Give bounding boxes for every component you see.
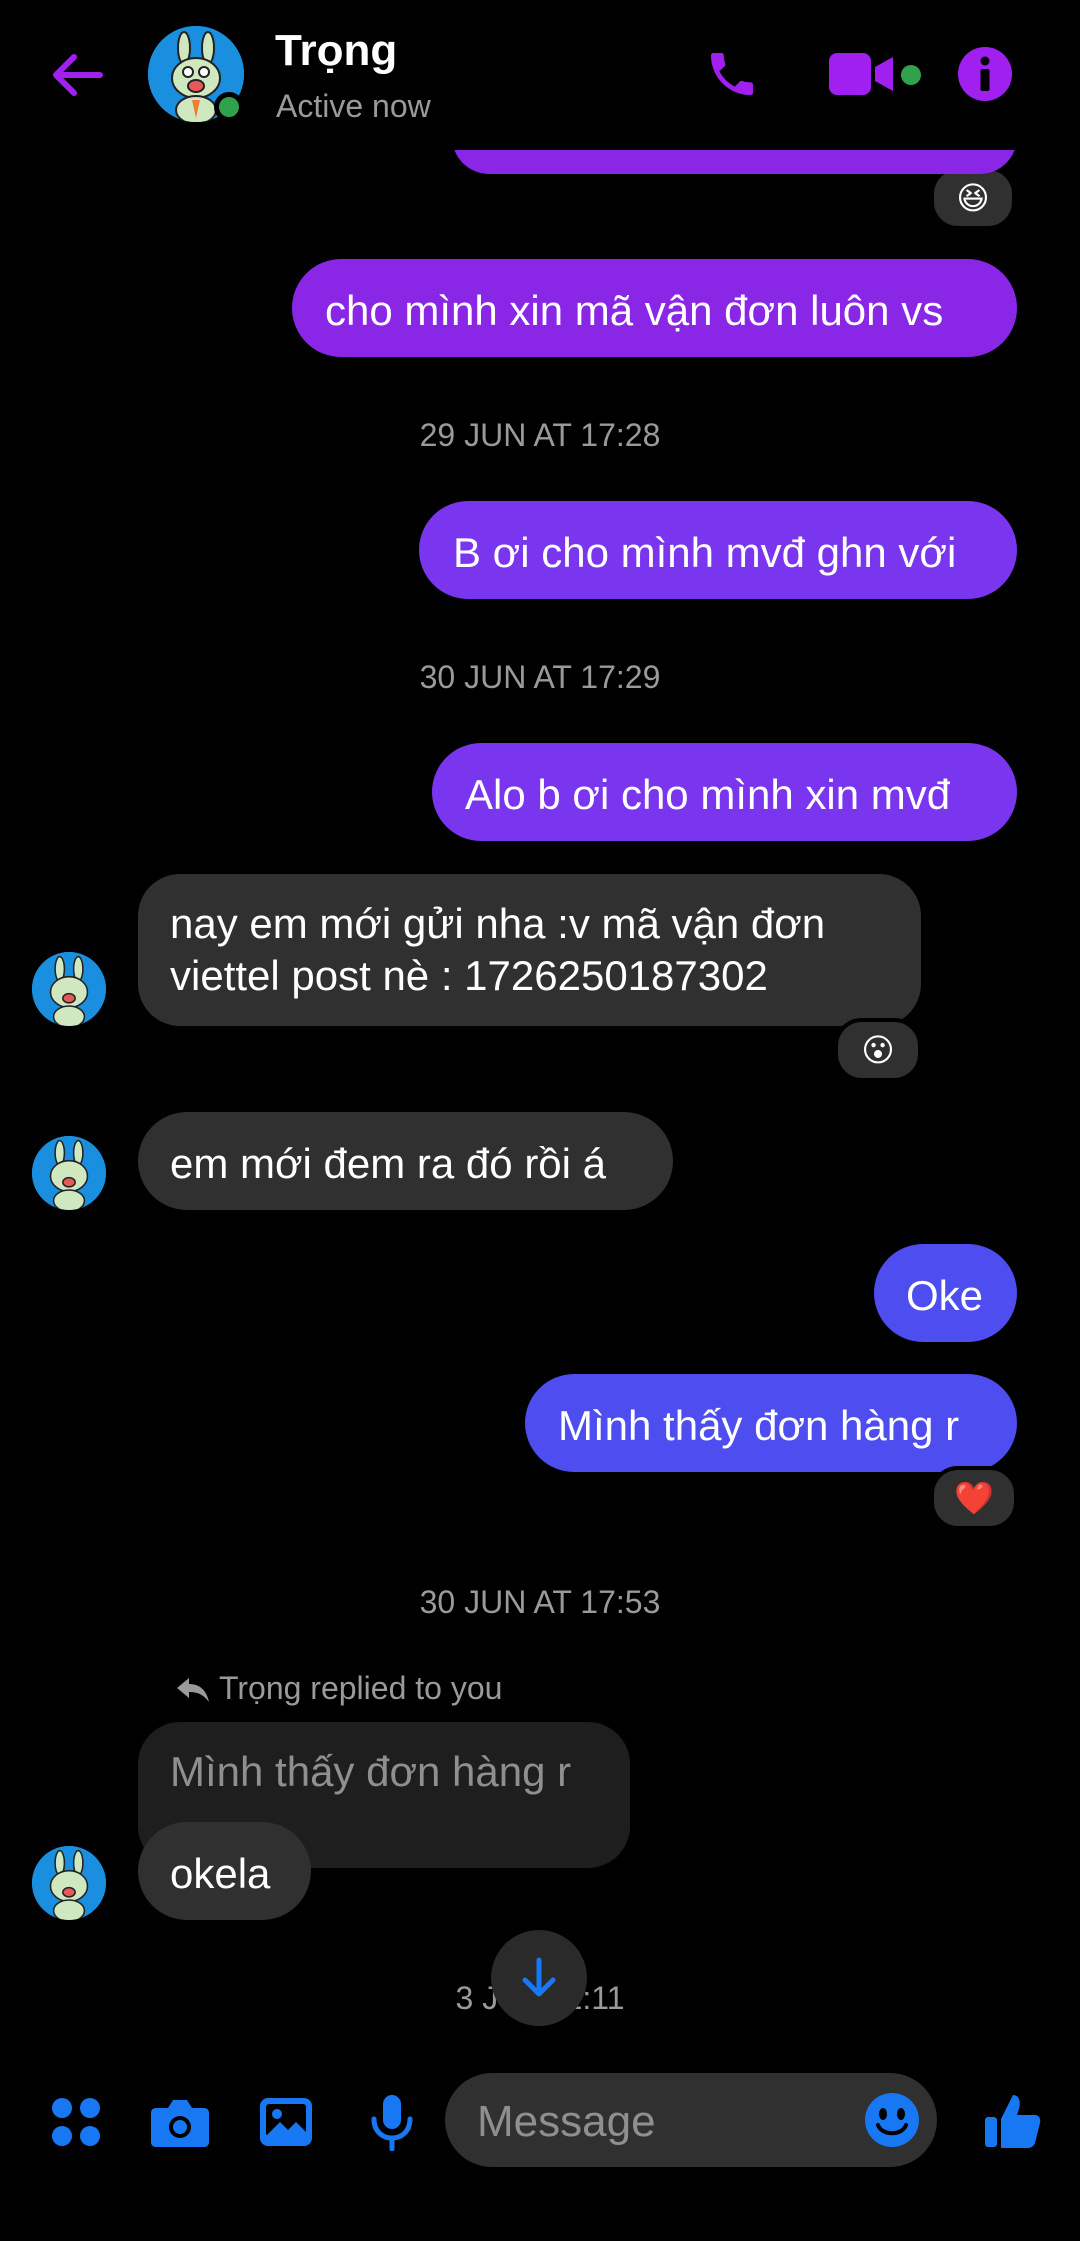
arrow-left-icon: [53, 54, 103, 96]
message-text-line: viettel post nè : 1726250187302: [170, 952, 768, 999]
message-text: B ơi cho mình mvđ ghn với: [453, 529, 957, 576]
message-text: Alo b ơi cho mình xin mvđ: [465, 771, 951, 818]
contact-avatar-small[interactable]: [32, 952, 106, 1026]
gallery-button[interactable]: [254, 2090, 318, 2154]
quoted-text: Mình thấy đơn hàng r: [170, 1748, 572, 1795]
reaction-badge[interactable]: 😮: [834, 1018, 922, 1082]
camera-button[interactable]: [146, 2090, 214, 2154]
message-text: em mới đem ra đó rồi á: [170, 1140, 607, 1187]
laughing-emoji: 😆: [956, 180, 990, 216]
info-icon: [958, 47, 1012, 101]
more-actions-button[interactable]: [44, 2090, 108, 2154]
video-call-button[interactable]: [826, 42, 898, 106]
message-text-line: nay em mới gửi nha :v mã vận đơn: [170, 900, 826, 947]
contact-name[interactable]: Trọng: [275, 26, 397, 76]
like-button[interactable]: [978, 2086, 1048, 2156]
emoji-button[interactable]: [860, 2088, 924, 2152]
reaction-badge[interactable]: 😆: [930, 166, 1016, 230]
message-bubble-outgoing[interactable]: Alo b ơi cho mình xin mvđ: [432, 743, 1017, 841]
reply-label: Trọng replied to you: [175, 1670, 502, 1707]
apps-grid-icon: [52, 2098, 100, 2146]
phone-icon: [711, 53, 753, 95]
message-bubble-outgoing[interactable]: Oke: [874, 1244, 1017, 1342]
contact-avatar-small[interactable]: [32, 1136, 106, 1210]
back-button[interactable]: [42, 40, 112, 110]
voice-message-button[interactable]: [360, 2090, 424, 2154]
arrow-down-icon: [522, 1957, 556, 1997]
message-text: Mình thấy đơn hàng r: [558, 1402, 960, 1449]
bunny-avatar-icon: [32, 952, 106, 1026]
message-bubble-outgoing[interactable]: cho mình xin mã vận đơn luôn vs: [292, 259, 1017, 357]
bunny-avatar-icon: [32, 1846, 106, 1920]
voice-call-button[interactable]: [700, 42, 764, 106]
microphone-icon: [371, 2095, 413, 2151]
contact-avatar-small[interactable]: [32, 1846, 106, 1920]
message-input-placeholder: Message: [477, 2097, 656, 2146]
message-bubble-outgoing[interactable]: B ơi cho mình mvđ ghn với: [419, 501, 1017, 599]
video-camera-icon: [829, 53, 893, 95]
heart-emoji: ❤️: [954, 1480, 994, 1516]
photo-icon: [260, 2098, 312, 2146]
message-bubble-incoming[interactable]: em mới đem ra đó rồi á: [138, 1112, 673, 1210]
camera-icon: [151, 2100, 209, 2147]
timestamp: 30 JUN AT 17:53: [419, 1584, 661, 1620]
emoji-icon: [865, 2093, 919, 2147]
bunny-avatar-icon: [32, 1136, 106, 1210]
thumbs-up-icon: [985, 2095, 1041, 2148]
message-text: cho mình xin mã vận đơn luôn vs: [325, 287, 944, 334]
reaction-badge[interactable]: ❤️: [930, 1466, 1018, 1530]
scroll-to-bottom-button[interactable]: [491, 1930, 587, 2026]
info-button[interactable]: [956, 42, 1014, 106]
video-available-dot: [901, 65, 921, 85]
timestamp: 29 JUN AT 17:28: [419, 417, 661, 453]
message-text: Oke: [906, 1272, 984, 1319]
reply-arrow-icon: [177, 1677, 209, 1702]
surprised-emoji: 😮: [861, 1032, 895, 1068]
message-bubble-outgoing[interactable]: Mình thấy đơn hàng r: [525, 1374, 1017, 1472]
timestamp: 30 JUN AT 17:29: [419, 659, 661, 695]
reply-label-text: Trọng replied to you: [219, 1670, 503, 1706]
message-bubble-incoming[interactable]: okela: [138, 1822, 311, 1920]
contact-status: Active now: [276, 88, 431, 124]
message-bubble-incoming[interactable]: nay em mới gửi nha :v mã vận đơn viettel…: [138, 874, 921, 1026]
online-indicator: [214, 92, 244, 122]
chat-header: Trọng Active now: [0, 0, 1080, 150]
message-text: okela: [170, 1850, 271, 1897]
